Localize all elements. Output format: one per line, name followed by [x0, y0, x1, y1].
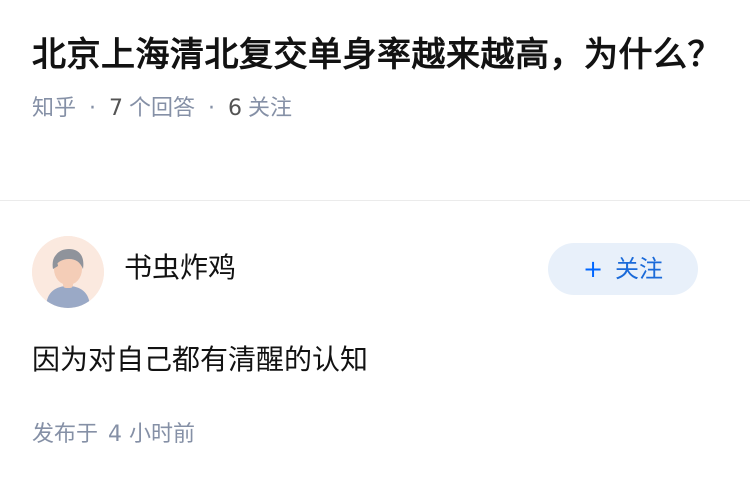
plus-icon: +	[582, 255, 604, 283]
follow-button[interactable]: + 关注	[548, 243, 698, 295]
zhihu-question-page: 北京上海清北复交单身率越来越高，为什么？ 知乎 · 7 个回答 · 6 关注 书…	[0, 0, 750, 484]
question-meta: 知乎 · 7 个回答 · 6 关注	[32, 94, 722, 124]
answer-card: 书虫炸鸡 + 关注 因为对自己都有清醒的认知 发布于 4 小时前	[32, 236, 718, 450]
publish-label: 发布于	[32, 422, 99, 447]
follower-count: 6	[228, 96, 243, 121]
question-title[interactable]: 北京上海清北复交单身率越来越高，为什么？	[32, 30, 722, 80]
author-name[interactable]: 书虫炸鸡	[124, 250, 236, 286]
default-avatar-icon	[32, 236, 104, 308]
avatar[interactable]	[32, 236, 104, 308]
answer-content[interactable]: 因为对自己都有清醒的认知	[32, 338, 718, 382]
section-divider	[0, 200, 750, 201]
source-label[interactable]: 知乎	[32, 94, 76, 124]
follow-button-label: 关注	[615, 255, 664, 283]
answer-count: 7	[109, 96, 124, 121]
publish-time: 4 小时前	[108, 422, 196, 447]
follower-count-label: 关注	[248, 96, 293, 121]
author-row: 书虫炸鸡 + 关注	[32, 236, 718, 308]
meta-separator: ·	[89, 96, 97, 121]
question-header: 北京上海清北复交单身率越来越高，为什么？ 知乎 · 7 个回答 · 6 关注	[32, 30, 722, 124]
meta-separator: ·	[208, 96, 216, 121]
answer-time: 发布于 4 小时前	[32, 420, 718, 450]
answer-count-label: 个回答	[129, 96, 196, 121]
